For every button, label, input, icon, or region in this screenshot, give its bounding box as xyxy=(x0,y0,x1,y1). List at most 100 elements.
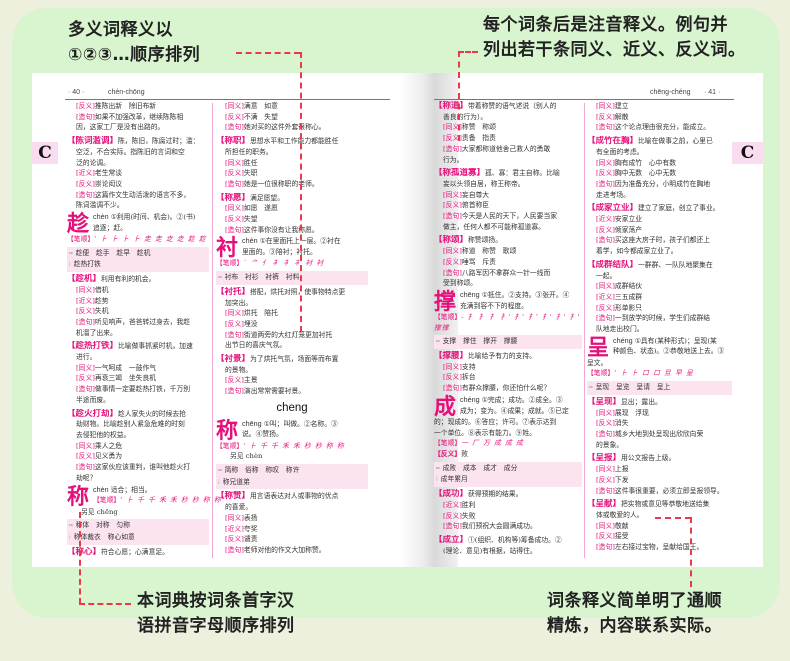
synonym-tag: [同义] xyxy=(596,408,615,417)
pinyin: chèn xyxy=(93,212,109,222)
example-tag: [造句] xyxy=(225,225,244,234)
near-synonym-tag: [近义] xyxy=(76,296,95,305)
synonym-tag: [同义] xyxy=(225,158,244,167)
synonym-tag: [同义] xyxy=(596,102,615,110)
entry-text: 倾家荡产 xyxy=(614,225,643,234)
entry-text: 成群结伙 xyxy=(614,282,643,291)
entry-chenci-lan-diao: 【陈词滥调】陈，陈旧，陈腐过时；滥： xyxy=(67,136,209,147)
column-divider xyxy=(212,103,213,558)
callout-line: 列出若干条同义、近义、反义词。 xyxy=(483,40,746,60)
entry-text: 这家伙应该重判，谁叫他趁火打 xyxy=(94,463,191,472)
entry-text: 一起。 xyxy=(596,271,617,280)
entry-text: 推陈出新 除旧布新 xyxy=(94,102,157,110)
entry-chenjing: 【衬景】为了烘托气氛，场面等而布置 xyxy=(216,354,368,365)
right-header-rule xyxy=(434,99,734,100)
entry-text: 城乡大地到处呈现出欣欣向荣 xyxy=(614,429,704,438)
entry-text: 比喻给予有力的支持。 xyxy=(468,352,536,361)
entry-text: 买这座大房子时，孩子们都还上 xyxy=(614,236,711,245)
example-tag: [造句] xyxy=(443,144,462,153)
connector-top-left-v xyxy=(300,52,302,332)
synonym-tag: [同义] xyxy=(443,362,462,371)
compound-words-box: ═ 趁便 趁手 趁早 趁机 ⁞ 趁热打铁 xyxy=(67,246,209,273)
connector-bottom-left-h xyxy=(79,603,131,605)
entry-text: 一气呵成 一鼓作气 xyxy=(94,363,157,372)
near-synonym-tag: [近义] xyxy=(596,292,615,301)
entry-text: 接受 xyxy=(614,532,629,541)
headword: 【称心】 xyxy=(67,546,102,557)
entry-text: 满足愿望。 xyxy=(250,193,284,202)
right-column-1: 【称道】带着称赞的语气述说（别人的 善良的行为）。 [同义] 称赞 称颂 [反义]… xyxy=(434,101,582,556)
example-tag: [造句] xyxy=(596,429,615,438)
example-tag: [造句] xyxy=(76,190,95,199)
definition: ①完成；成功。②成全。③ xyxy=(481,395,563,404)
callout-line: ①②③…顺序排列 xyxy=(68,45,201,65)
entry-text: 失败 xyxy=(461,511,476,520)
pinyin: chēng xyxy=(242,418,262,428)
entry-text: 进行。 xyxy=(76,353,97,362)
entry-text: 演出常常需要衬景。 xyxy=(243,387,306,396)
entry-text: 她对买的这件外套很称心。 xyxy=(243,123,326,132)
entry-text: 支持 xyxy=(461,362,476,371)
compound-words-box: ═ 称体 对称 匀称 ⁞ 称体裁衣 称心如意 xyxy=(67,519,209,545)
pinyin-section-heading: cheng xyxy=(276,401,308,414)
definition: 适合；相当。 xyxy=(110,485,152,494)
entry-text: 行为。 xyxy=(443,155,464,164)
entry-text: 乘人之危 xyxy=(94,441,123,450)
entry-chengbao: 【呈报】用公文报告上级。 xyxy=(587,453,732,464)
definition: 成为；变为。④成果；成就。⑤已定 xyxy=(460,406,569,415)
entry-text: 显出；露出。 xyxy=(621,397,662,406)
antonym-tag: 【反义】 xyxy=(434,449,462,458)
entry-text: 泛的论调。 xyxy=(76,158,110,167)
antonym-tag: [反义] xyxy=(225,112,244,121)
entry-text: 一群群、一队队地聚集在 xyxy=(638,260,713,269)
entry-text: 为了烘托气氛，场面等而布置 xyxy=(250,355,339,364)
headword: 【衬托】 xyxy=(216,286,251,297)
entry-text: 责备 指责 xyxy=(461,134,496,143)
example-tag: [造句] xyxy=(443,212,462,221)
definition: ①叫；叫做。②名称。③ xyxy=(263,419,338,428)
connector-top-left-h xyxy=(236,52,300,54)
entry-text: 加突出。 xyxy=(225,298,253,307)
compound-words: 趁便 趁手 趁早 趁机 xyxy=(75,248,151,257)
synonym-tag: [同义] xyxy=(443,247,462,256)
stroke-order: 【笔顺】' ⺊ ⺊ 口 口 旦 早 呈 xyxy=(587,368,732,379)
definition: ①具有(某种形式)；呈现(某 xyxy=(634,336,717,345)
antonym-tag: [反义] xyxy=(76,452,95,461)
entry-text: 这个论点理由很充分，能成立。 xyxy=(614,123,711,132)
stroke-sequence: 撑撑 xyxy=(434,323,450,332)
entry-text: 趁人家失火的时候去抢 xyxy=(118,409,186,418)
entry-chenzhi: 【称职】思想水平和工作能力都能胜任 xyxy=(216,136,368,147)
entry-text: 如果不加强改革，继续陈陈相 xyxy=(94,112,184,121)
callout-entry-structure: 每个词条后是注音释义。例句并 列出若干条同义、近义、反义词。 xyxy=(483,13,746,63)
entry-text: 获得预期的结果。 xyxy=(468,490,523,499)
callout-line: 语拼音字母顺序排列 xyxy=(137,616,295,636)
antonym-tag: [反义] xyxy=(225,376,244,385)
definition: 一个单位。⑧表示有能力。⑨姓。 xyxy=(434,428,536,437)
entry-text: 见义勇为 xyxy=(94,452,123,461)
antonym-tag: [反义] xyxy=(76,307,95,316)
entry-text: 利用有利的机会。 xyxy=(101,275,156,284)
entry-chenggong: 【成功】获得预期的结果。 xyxy=(434,489,582,500)
connector-bottom-left-v xyxy=(79,512,81,604)
entry-text: 劫财物。比喻趁别人紧急危难的时刻 xyxy=(76,420,185,429)
callout-line: 多义词释义以 xyxy=(68,20,173,40)
entry-chenhuo-dajie: 【趁火打劫】趁人家失火的时候去抢 xyxy=(67,409,209,420)
entry-text: 用公文报告上级。 xyxy=(621,454,676,463)
compound-words-box: ═ 衬布 衬衫 衬裤 衬料 xyxy=(216,271,368,285)
compound-words-box: ═ 成败 成本 成才 成分 ⁞ 成年累月 xyxy=(434,461,582,488)
entry-text: 主景 xyxy=(243,376,258,385)
entry-text: 比喻在做事之前，心里已 xyxy=(638,137,713,146)
entry-text: 胸中无数 心中无数 xyxy=(614,169,677,178)
entry-text: 妄以头领自居，称王称帝。 xyxy=(443,179,525,188)
antonym-tag: [反义] xyxy=(443,511,462,520)
entry-text: 趁势 xyxy=(94,296,109,305)
entry-text: 失机 xyxy=(94,307,109,316)
entry-text: 因，这家工厂是没有出路的。 xyxy=(76,123,165,132)
entry-chenji: 【趁机】利用有利的机会。 xyxy=(67,274,209,285)
callout-polysemy-order: 多义词释义以 ①②③…顺序排列 xyxy=(68,18,200,68)
entry-text: 有全面的考虑。 xyxy=(596,147,644,156)
entry-chengsong: 【称颂】称赞颂扬。 xyxy=(434,235,582,246)
entry-text: 这件事很重要，必须立即呈报领导。 xyxy=(614,486,724,495)
entry-text: 她是一位很称职的老师。 xyxy=(243,179,319,188)
entry-text: 一到放学的时候，学生们成群结 xyxy=(614,314,711,323)
